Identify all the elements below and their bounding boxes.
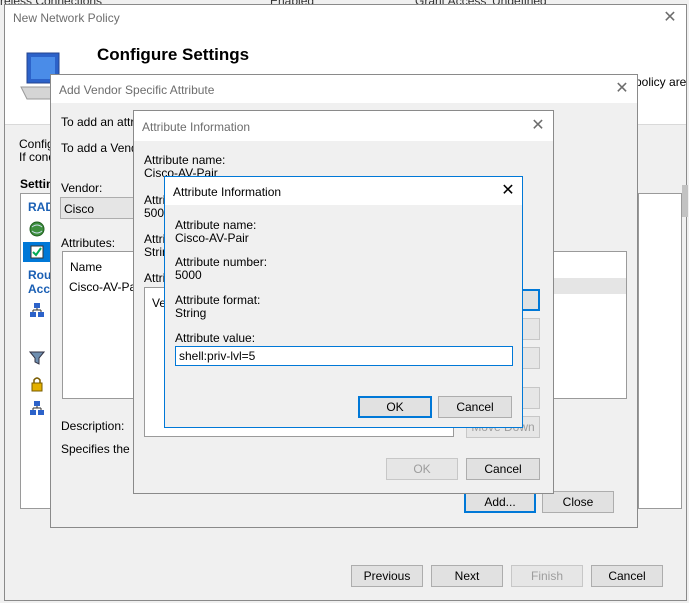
attr-back-cancel-button[interactable]: Cancel [466, 458, 540, 480]
description-label: Description: [61, 419, 125, 433]
list-header-name[interactable]: Name [70, 260, 102, 274]
attr-back-titlebar: Attribute Information ✕ [134, 111, 553, 141]
close-button[interactable]: Close [542, 491, 614, 513]
filter-icon[interactable] [29, 350, 45, 366]
attr-info-front-window: Attribute Information ✕ Attribute name: … [164, 176, 523, 428]
nav-routing-label-1[interactable]: Rou [28, 268, 51, 282]
cancel-button[interactable]: Cancel [591, 565, 663, 587]
vsa-intro-2: To add a Vendo [61, 141, 145, 155]
network-icon[interactable] [29, 302, 45, 318]
next-button[interactable]: Next [431, 565, 503, 587]
policy-side-text: policy are [635, 75, 687, 89]
attr-front-titlebar: Attribute Information ✕ [165, 177, 522, 205]
scrollbar-strip[interactable] [682, 185, 688, 217]
add-button[interactable]: Add... [464, 491, 536, 513]
network-icon-2[interactable] [29, 400, 45, 416]
attr-back-ok-button[interactable]: OK [386, 458, 458, 480]
attr-format-value: String [175, 306, 207, 320]
attr-front-ok-button[interactable]: OK [358, 396, 432, 418]
vsa-window-title: Add Vendor Specific Attribute [59, 83, 215, 97]
attr-number-value: 5000 [175, 268, 202, 282]
vsa-close-icon[interactable]: ✕ [612, 79, 632, 99]
lock-icon[interactable] [29, 376, 45, 392]
globe-icon[interactable] [29, 221, 45, 237]
vsa-intro-1: To add an attrib [61, 115, 144, 129]
list-item[interactable]: Cisco-AV-Pair [69, 280, 143, 294]
description-text: Specifies the Ci [61, 442, 145, 456]
attributes-label: Attributes: [61, 236, 116, 250]
previous-button[interactable]: Previous [351, 565, 423, 587]
policy-window-title: New Network Policy [13, 11, 120, 25]
attr-front-title: Attribute Information [173, 185, 282, 199]
attr-back-close-icon[interactable]: ✕ [528, 116, 548, 136]
settings-label: Settin [20, 177, 54, 191]
finish-button[interactable]: Finish [511, 565, 583, 587]
attr-value-label: Attribute value: [175, 331, 256, 345]
vsa-titlebar: Add Vendor Specific Attribute ✕ [51, 75, 637, 103]
attr-back-title: Attribute Information [142, 120, 251, 134]
attr-format-label: Attribute format: [175, 293, 261, 307]
attr-value-input[interactable]: shell:priv-lvl=5 [175, 346, 513, 366]
vendor-label: Vendor: [61, 181, 103, 195]
attr-name-value: Cisco-AV-Pair [175, 231, 249, 245]
attr-name-label: Attribute name: [175, 218, 257, 232]
attr-front-cancel-button[interactable]: Cancel [438, 396, 512, 418]
attr-back-name-label: Attribute name: [144, 153, 226, 167]
policy-header: Configure Settings [97, 45, 250, 64]
vendor-select[interactable]: Cisco [60, 197, 140, 219]
checklist-icon [30, 245, 44, 259]
settings-content-pane [638, 193, 682, 509]
attr-number-label: Attribute number: [175, 255, 268, 269]
attr-front-close-icon[interactable]: ✕ [498, 181, 518, 201]
attributes-list: Name Cisco-AV-Pair [62, 251, 143, 399]
policy-close-icon[interactable]: ✕ [660, 8, 680, 28]
